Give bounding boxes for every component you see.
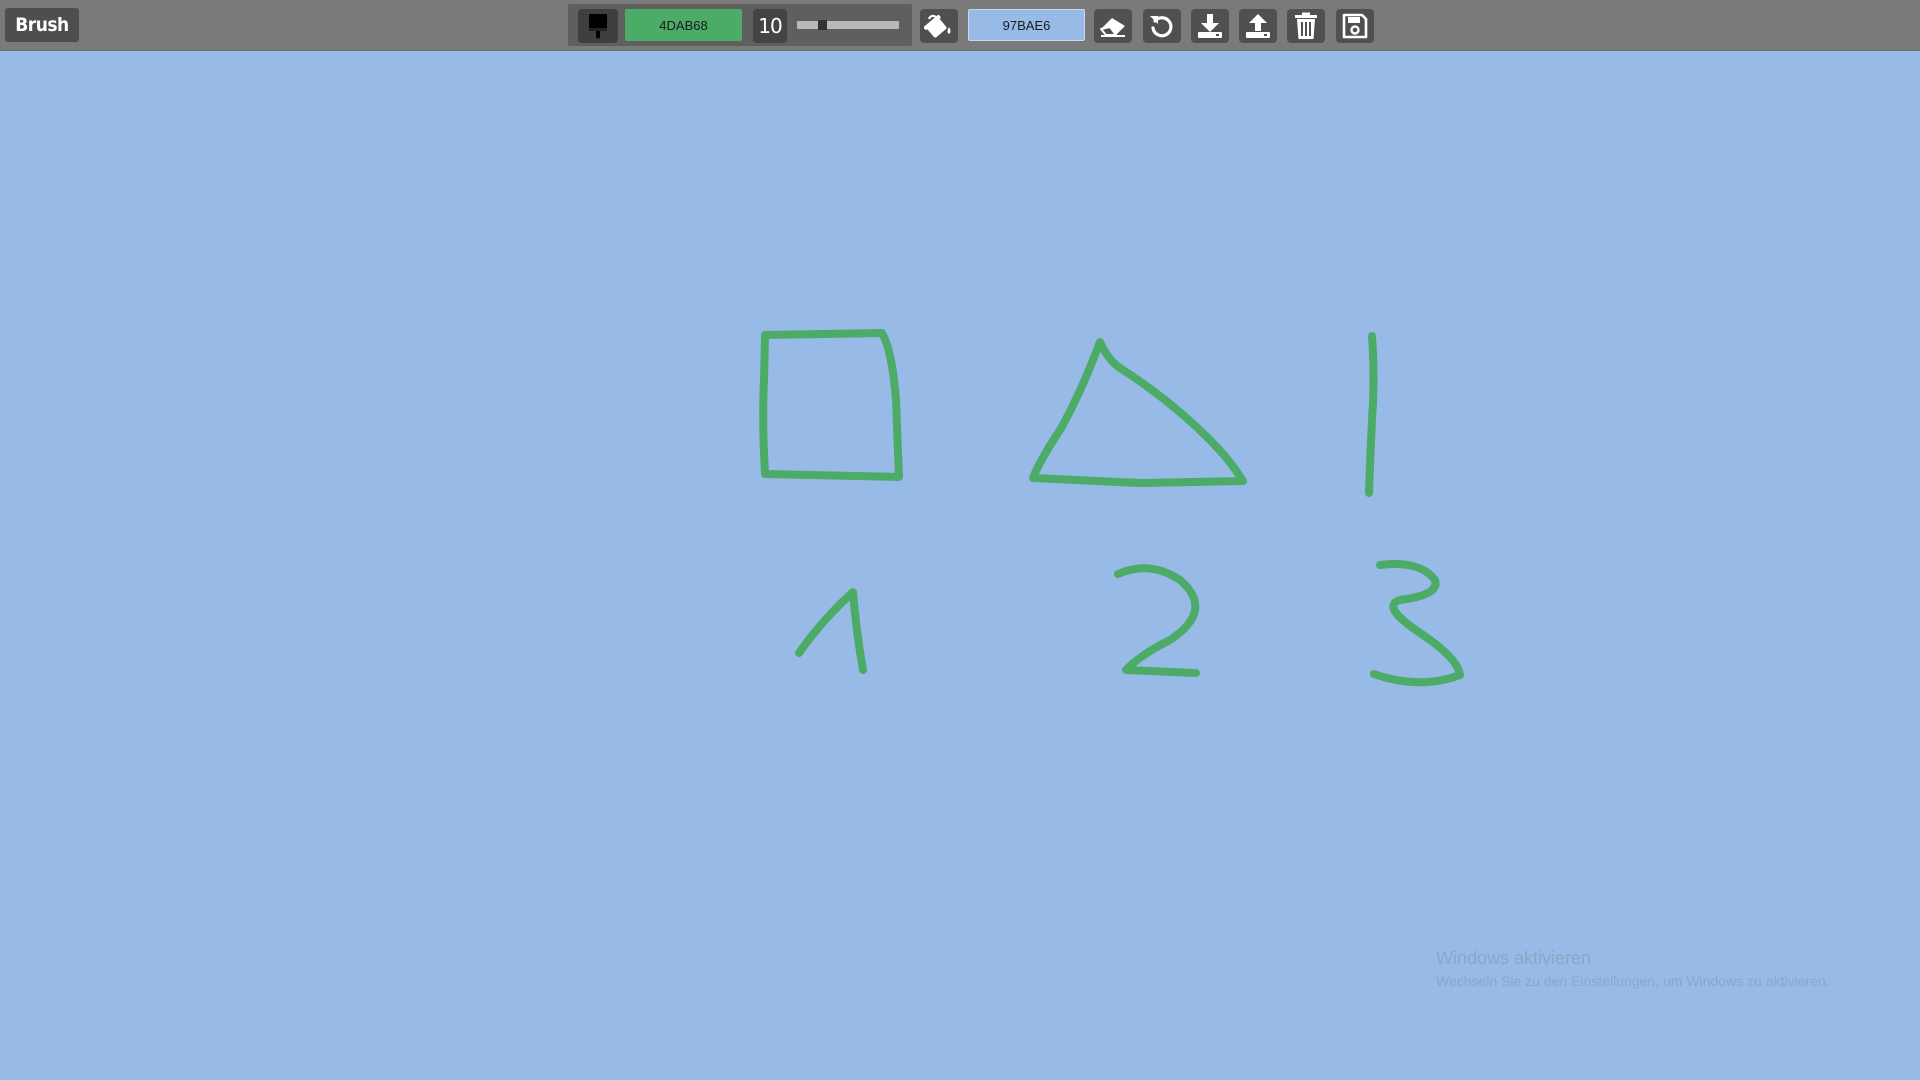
download-icon xyxy=(1196,12,1224,40)
drawing-canvas[interactable] xyxy=(0,51,1920,1080)
eraser-button[interactable] xyxy=(1094,9,1132,43)
slider-track xyxy=(797,21,899,29)
undo-button[interactable] xyxy=(1143,9,1181,43)
drawn-digit-2 xyxy=(1114,564,1200,677)
brush-color-swatch[interactable]: 4DAB68 xyxy=(625,9,742,41)
brush-size-slider[interactable] xyxy=(797,20,899,30)
fill-tool-button[interactable] xyxy=(920,9,958,43)
watermark-title: Windows aktivieren xyxy=(1436,948,1592,968)
mode-label[interactable]: Brush xyxy=(5,8,79,42)
paintbrush-icon xyxy=(588,13,608,39)
save-icon xyxy=(1342,13,1368,39)
slider-thumb[interactable] xyxy=(818,20,828,30)
download-button[interactable] xyxy=(1191,9,1229,43)
drawn-square xyxy=(759,329,903,481)
save-button[interactable] xyxy=(1336,9,1374,43)
brush-tool-button[interactable] xyxy=(578,9,618,43)
background-color-hex[interactable]: 97BAE6 xyxy=(1003,18,1051,33)
eraser-icon xyxy=(1098,14,1128,38)
drawn-vertical-line xyxy=(1365,332,1378,497)
windows-activation-watermark: Windows aktivieren Wechseln Sie zu den E… xyxy=(1436,947,1830,990)
background-color-swatch[interactable]: 97BAE6 xyxy=(968,9,1085,41)
upload-icon xyxy=(1244,12,1272,40)
upload-button[interactable] xyxy=(1239,9,1277,43)
brush-size-value[interactable]: 10 xyxy=(753,9,787,43)
watermark-subtitle: Wechseln Sie zu den Einstellungen, um Wi… xyxy=(1436,972,1830,989)
paint-bucket-icon xyxy=(924,13,954,39)
toolbar: Brush 4DAB68 10 97BAE6 xyxy=(0,0,1920,51)
brush-color-hex[interactable]: 4DAB68 xyxy=(659,18,707,33)
trash-icon xyxy=(1294,12,1318,40)
drawn-triangle xyxy=(1029,338,1247,487)
undo-icon xyxy=(1148,12,1176,40)
drawn-digit-1 xyxy=(795,588,867,674)
drawn-digit-3 xyxy=(1370,560,1464,687)
clear-canvas-button[interactable] xyxy=(1287,9,1325,43)
